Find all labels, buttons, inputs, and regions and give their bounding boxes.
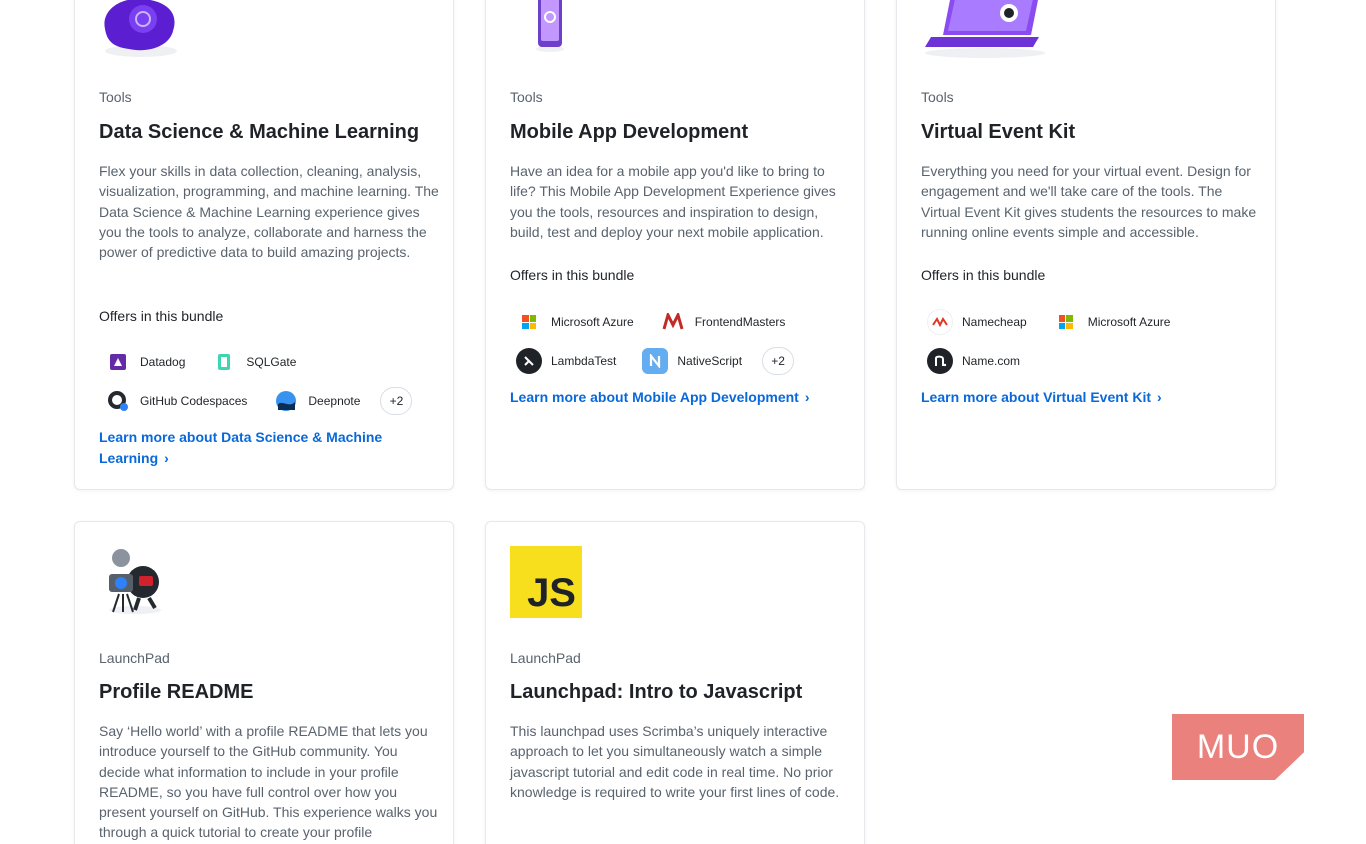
offer-label: GitHub Codespaces: [140, 394, 248, 408]
offer-frontendmasters[interactable]: FrontendMasters: [654, 303, 798, 341]
datadog-icon: [105, 349, 131, 375]
card-description: Flex your skills in data collection, cle…: [99, 163, 439, 261]
frontendmasters-icon: [660, 309, 686, 335]
offer-sqlgate[interactable]: SQLGate: [205, 343, 308, 381]
offer-deepnote[interactable]: Deepnote: [267, 382, 372, 420]
offers-label: Offers in this bundle: [921, 267, 1046, 283]
offers-row-2: Name.com: [921, 342, 1032, 380]
offer-label: Namecheap: [962, 315, 1027, 329]
learn-more-label: Learn more about Mobile App Development: [510, 389, 799, 405]
lambdatest-icon: [516, 348, 542, 374]
js-logo-text: JS: [527, 571, 576, 615]
offer-microsoft-azure[interactable]: Microsoft Azure: [1047, 303, 1183, 341]
learn-more-data-science-link[interactable]: Learn more about Data Science & Machine …: [99, 427, 419, 468]
card-profile-readme: LaunchPad Profile README Say ‘Hello worl…: [74, 521, 454, 844]
card-title: Profile README: [99, 681, 254, 703]
card-data-science: Tools Data Science & Machine Learning Fl…: [74, 0, 454, 490]
octocat-camera-illustration: [99, 546, 169, 621]
github-codespaces-icon: [105, 388, 131, 414]
offers-row-1: Microsoft Azure FrontendMasters: [510, 303, 797, 341]
learn-more-label: Learn more about Virtual Event Kit: [921, 389, 1152, 405]
microsoft-icon: [516, 309, 542, 335]
watermark-text: MUO: [1196, 727, 1280, 766]
microsoft-icon: [1053, 309, 1079, 335]
offer-label: Datadog: [140, 355, 186, 369]
deepnote-icon: [273, 388, 299, 414]
card-description: Everything you need for your virtual eve…: [921, 163, 1257, 240]
card-category: Tools: [99, 89, 132, 105]
more-offers-badge[interactable]: +2: [762, 347, 795, 375]
card-title: Mobile App Development: [510, 121, 749, 143]
card-title: Data Science & Machine Learning: [99, 121, 420, 143]
laptop-illustration: [921, 0, 1051, 64]
namecheap-icon: [927, 309, 953, 335]
card-category: LaunchPad: [99, 650, 170, 666]
offer-nativescript[interactable]: NativeScript: [636, 342, 754, 380]
data-science-illustration: [99, 0, 183, 64]
offers-label: Offers in this bundle: [99, 308, 224, 324]
learn-more-mobile-app-link[interactable]: Learn more about Mobile App Development ›: [510, 387, 830, 408]
offers-row-1: Datadog SQLGate: [99, 343, 308, 381]
offer-name-com[interactable]: Name.com: [921, 342, 1032, 380]
offers-row-2: LambdaTest NativeScript +2: [510, 342, 795, 380]
offer-label: FrontendMasters: [694, 315, 786, 329]
offer-label: Name.com: [962, 354, 1021, 368]
chevron-right-icon: ›: [1157, 389, 1162, 405]
offers-row-1: Namecheap Microsoft Azure: [921, 303, 1182, 341]
card-description: This launchpad uses Scrimba’s uniquely i…: [510, 723, 840, 800]
card-category: Tools: [510, 89, 543, 105]
offers-row-2: GitHub Codespaces Deepnote +2: [99, 382, 413, 420]
learn-more-virtual-event-kit-link[interactable]: Learn more about Virtual Event Kit ›: [921, 387, 1241, 408]
offer-label: SQLGate: [246, 355, 297, 369]
learn-more-label: Learn more about Data Science & Machine …: [99, 429, 383, 466]
offer-label: NativeScript: [677, 354, 743, 368]
sqlgate-icon: [211, 349, 237, 375]
card-category: LaunchPad: [510, 650, 581, 666]
card-mobile-app: Tools Mobile App Development Have an ide…: [485, 0, 865, 490]
nativescript-icon: [642, 348, 669, 374]
offer-label: LambdaTest: [551, 354, 617, 368]
offer-namecheap[interactable]: Namecheap: [921, 303, 1039, 341]
javascript-logo: JS: [510, 546, 582, 618]
card-intro-javascript: JS LaunchPad Launchpad: Intro to Javascr…: [485, 521, 865, 844]
card-description: Have an idea for a mobile app you'd like…: [510, 163, 836, 240]
muo-watermark-logo: MUO: [1172, 714, 1304, 780]
offer-label: Microsoft Azure: [1087, 315, 1171, 329]
offer-lambdatest[interactable]: LambdaTest: [510, 342, 628, 380]
card-description: Say ‘Hello world’ with a profile README …: [99, 723, 438, 841]
more-offers-badge[interactable]: +2: [380, 387, 413, 415]
offer-label: Microsoft Azure: [551, 315, 634, 329]
offer-microsoft-azure[interactable]: Microsoft Azure: [510, 303, 646, 341]
name-com-icon: [927, 348, 953, 374]
card-category: Tools: [921, 89, 954, 105]
chevron-right-icon: ›: [164, 449, 169, 466]
card-title: Virtual Event Kit: [921, 121, 1076, 143]
mobile-phone-illustration: [530, 0, 570, 58]
card-virtual-event-kit: Tools Virtual Event Kit Everything you n…: [896, 0, 1276, 490]
offer-label: Deepnote: [308, 394, 361, 408]
offer-github-codespaces[interactable]: GitHub Codespaces: [99, 382, 259, 420]
offers-label: Offers in this bundle: [510, 267, 635, 283]
offer-datadog[interactable]: Datadog: [99, 343, 197, 381]
card-title: Launchpad: Intro to Javascript: [510, 681, 803, 703]
chevron-right-icon: ›: [804, 389, 810, 405]
